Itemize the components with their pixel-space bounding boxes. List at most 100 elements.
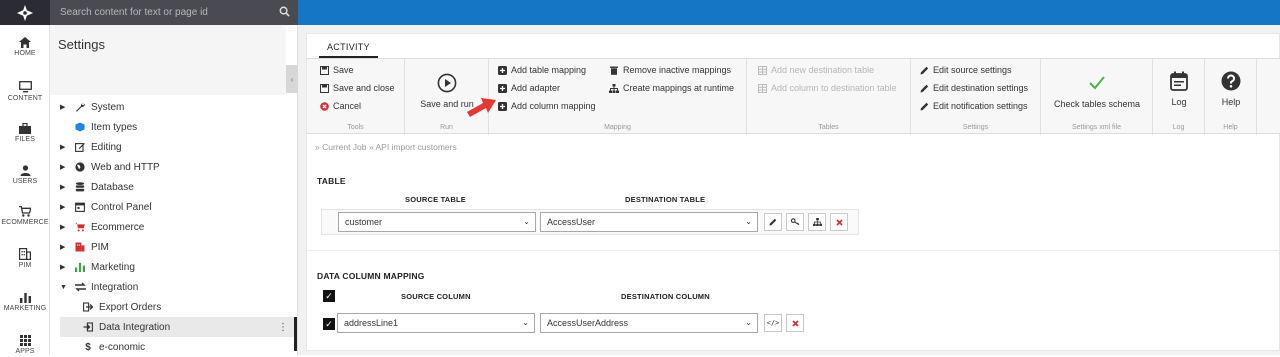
row-checkbox[interactable]: ✓ xyxy=(323,318,335,330)
plus-square-icon xyxy=(497,65,507,75)
search-input[interactable] xyxy=(60,7,270,18)
tree-item-integration[interactable]: ▼ Integration xyxy=(60,277,296,297)
add-column-to-destination-button[interactable]: Add column to destination table xyxy=(757,83,897,93)
code-icon: </> xyxy=(766,319,780,327)
tree-item-e-conomic[interactable]: $ e-conomic xyxy=(76,337,286,357)
expand-arrow-icon[interactable]: ▶ xyxy=(60,243,68,251)
ribbon-group-mapping: Add table mapping Add adapter Add column… xyxy=(489,59,747,135)
pim-icon xyxy=(74,242,86,252)
tab-activity[interactable]: ACTIVITY xyxy=(319,38,378,58)
expand-arrow-icon[interactable]: ▶ xyxy=(60,263,68,271)
add-table-mapping-button[interactable]: Add table mapping xyxy=(497,65,586,75)
table-section-title: TABLE xyxy=(317,176,346,186)
expand-arrow-icon[interactable]: ▶ xyxy=(60,103,68,111)
nav-home[interactable]: HOME xyxy=(0,37,50,57)
edit-notification-settings-button[interactable]: Edit notification settings xyxy=(919,101,1028,111)
nav-ecommerce[interactable]: ECOMMERCE xyxy=(0,206,50,226)
tree-item-marketing[interactable]: ▶ Marketing xyxy=(60,257,296,277)
table-icon xyxy=(757,65,767,75)
nav-label: APPS xyxy=(15,348,35,355)
tree-item-label: e-conomic xyxy=(99,341,146,353)
source-table-header: SOURCE TABLE xyxy=(405,195,467,204)
nav-label: FILES xyxy=(15,136,35,143)
tree-scrollbar[interactable] xyxy=(294,317,297,351)
app-logo[interactable] xyxy=(0,0,50,25)
source-column-header: SOURCE COLUMN xyxy=(401,292,471,301)
tree-item-system[interactable]: ▶ System xyxy=(60,97,296,117)
save-button[interactable]: Save xyxy=(319,65,354,75)
tree-item-editing[interactable]: ▶ Editing xyxy=(60,137,296,157)
expand-arrow-icon[interactable]: ▶ xyxy=(60,143,68,151)
delete-table-mapping-button[interactable] xyxy=(830,213,848,231)
group-label: Tables xyxy=(818,124,839,131)
select-all-checkbox[interactable]: ✓ xyxy=(323,290,335,302)
tree-item-pim[interactable]: ▶ PIM xyxy=(60,237,296,257)
create-mappings-runtime-button[interactable]: Create mappings at runtime xyxy=(609,83,734,93)
destination-column-select[interactable]: AccessUserAddress ⌄ xyxy=(540,313,758,333)
tree-item-data-integration[interactable]: Data Integration ⋮ xyxy=(60,317,296,337)
destination-table-value: AccessUser xyxy=(547,217,596,227)
nav-marketing[interactable]: MARKETING xyxy=(0,292,50,312)
search-icon[interactable] xyxy=(279,6,290,17)
tree-item-label: Ecommerce xyxy=(91,221,145,233)
save-and-close-button[interactable]: Save and close xyxy=(319,83,395,93)
nav-files[interactable]: FILES xyxy=(0,123,50,143)
edit-table-mapping-button[interactable] xyxy=(764,213,782,231)
table-keys-button[interactable] xyxy=(786,213,804,231)
expand-arrow-icon[interactable]: ▶ xyxy=(60,163,68,171)
tree-item-item-types[interactable]: Item types xyxy=(68,117,304,137)
chevron-down-icon: ⌄ xyxy=(745,318,752,327)
add-destination-table-button[interactable]: Add new destination table xyxy=(757,65,874,75)
check-tables-schema-button[interactable]: Check tables schema xyxy=(1045,73,1149,109)
nav-users[interactable]: USERS xyxy=(0,165,50,185)
add-destination-table-label: Add new destination table xyxy=(771,65,875,75)
bar-chart-icon xyxy=(19,293,31,303)
breadcrumb[interactable]: » Current Job » API import customers xyxy=(315,142,457,152)
add-column-mapping-label: Add column mapping xyxy=(511,101,596,111)
nav-pim[interactable]: PIM xyxy=(0,248,50,269)
nav-apps[interactable]: APPS xyxy=(0,335,50,355)
pencil-icon xyxy=(919,101,929,111)
column-script-button[interactable]: </> xyxy=(764,314,782,332)
tree-item-label: Database xyxy=(91,181,134,193)
tree-item-export-orders[interactable]: Export Orders xyxy=(76,297,286,317)
tree-item-label: Control Panel xyxy=(91,201,152,213)
delete-column-mapping-button[interactable] xyxy=(786,314,804,332)
annotation-arrow-icon xyxy=(467,98,496,117)
nav-content[interactable]: CONTENT xyxy=(0,81,50,102)
table-structure-button[interactable] xyxy=(808,213,826,231)
collapse-arrow-icon[interactable]: ▼ xyxy=(60,284,68,291)
destination-table-select[interactable]: AccessUser ⌄ xyxy=(540,212,758,232)
help-button[interactable]: Help xyxy=(1211,71,1251,107)
add-column-to-destination-label: Add column to destination table xyxy=(771,83,897,93)
edit-source-settings-button[interactable]: Edit source settings xyxy=(919,65,1012,75)
source-column-select[interactable]: addressLine1 ⌄ xyxy=(337,313,535,333)
expand-arrow-icon[interactable]: ▶ xyxy=(60,223,68,231)
tree-item-ecommerce[interactable]: ▶ Ecommerce xyxy=(60,217,296,237)
tree-item-database[interactable]: ▶ Database xyxy=(60,177,296,197)
remove-inactive-mappings-button[interactable]: Remove inactive mappings xyxy=(609,65,731,75)
add-adapter-button[interactable]: Add adapter xyxy=(497,83,560,93)
cart-icon xyxy=(74,222,86,232)
more-options-icon[interactable]: ⋮ xyxy=(278,322,288,333)
create-mappings-runtime-label: Create mappings at runtime xyxy=(623,83,735,93)
expand-arrow-icon[interactable]: ▶ xyxy=(60,183,68,191)
edit-destination-settings-label: Edit destination settings xyxy=(933,83,1029,93)
tree-item-web-http[interactable]: ▶ Web and HTTP xyxy=(60,157,296,177)
add-column-mapping-button[interactable]: Add column mapping xyxy=(497,101,596,111)
cancel-button[interactable]: Cancel xyxy=(319,101,361,111)
collapse-tree-button[interactable]: ‹ xyxy=(286,65,298,93)
bar-chart-icon xyxy=(74,262,86,272)
tree-item-control-panel[interactable]: ▶ Control Panel xyxy=(60,197,296,217)
cart-icon xyxy=(19,206,31,217)
grid-icon xyxy=(19,335,31,346)
tree-item-label: PIM xyxy=(91,241,109,253)
section-divider xyxy=(307,250,1280,251)
checkmark-icon xyxy=(1089,76,1105,90)
source-table-select[interactable]: customer ⌄ xyxy=(338,212,536,232)
log-button[interactable]: Log xyxy=(1159,71,1199,107)
calendar-log-icon xyxy=(1170,71,1188,91)
expand-arrow-icon[interactable]: ▶ xyxy=(60,203,68,211)
edit-destination-settings-button[interactable]: Edit destination settings xyxy=(919,83,1028,93)
table-mapping-row: customer ⌄ AccessUser ⌄ xyxy=(321,209,859,235)
